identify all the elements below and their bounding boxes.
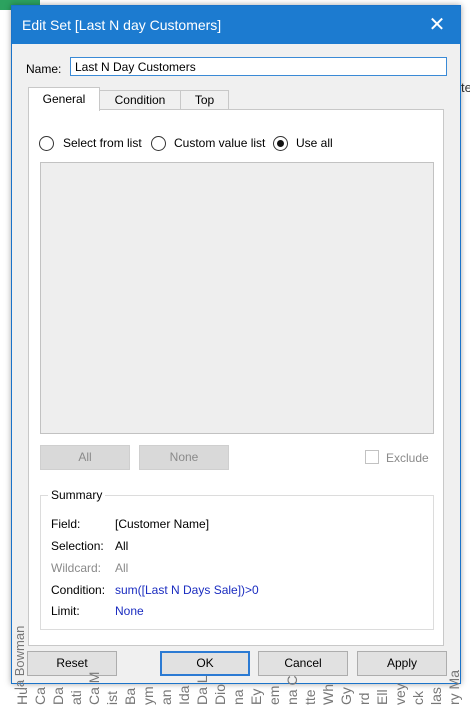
summary-condition-link[interactable]: sum([Last N Days Sale])>0	[115, 583, 259, 597]
summary-row-field: Field: [Customer Name]	[51, 517, 209, 531]
dialog-title: Edit Set [Last N day Customers]	[22, 17, 222, 33]
general-tab-panel: Select from list Custom value list Use a…	[28, 109, 444, 646]
background-left-label: la Bowman	[12, 625, 27, 690]
axis-label: Ca M	[86, 671, 102, 705]
name-label: Name:	[26, 62, 62, 76]
axis-label: Da L	[194, 675, 210, 705]
background-axis-labels: Ca Da ati Ca M ist Ba ym an Ida Da L Dio…	[0, 670, 470, 705]
axis-label: Wh	[320, 684, 336, 705]
background-fragment: te	[461, 80, 470, 95]
summary-key: Selection:	[51, 539, 104, 553]
dialog-titlebar[interactable]: Edit Set [Last N day Customers] ✕	[12, 6, 460, 44]
axis-label: Ell	[374, 689, 390, 705]
edit-set-dialog: Edit Set [Last N day Customers] ✕ Name: …	[11, 5, 461, 684]
exclude-label: Exclude	[386, 451, 429, 465]
axis-label: Ida	[176, 685, 192, 705]
summary-row-condition: Condition: sum([Last N Days Sale])>0	[51, 583, 259, 597]
axis-label: rd	[356, 692, 372, 705]
tab-top[interactable]: Top	[180, 90, 229, 110]
axis-label: ck	[410, 691, 426, 705]
axis-label: ati	[68, 690, 84, 705]
axis-label: tte	[302, 689, 318, 705]
summary-limit-link[interactable]: None	[115, 604, 144, 618]
axis-label: em	[266, 685, 282, 705]
axis-label: an	[158, 689, 174, 705]
summary-key: Field:	[51, 517, 81, 531]
use-all-label[interactable]: Use all	[296, 136, 333, 150]
summary-key: Limit:	[51, 604, 80, 618]
all-button: All	[40, 445, 130, 470]
summary-legend: Summary	[48, 488, 106, 502]
summary-row-selection: Selection: All	[51, 539, 128, 553]
tab-condition[interactable]: Condition	[99, 90, 181, 110]
summary-key: Wildcard:	[51, 561, 102, 575]
select-from-list-label[interactable]: Select from list	[63, 136, 142, 150]
exclude-checkbox	[365, 450, 379, 464]
axis-label: ym	[140, 686, 156, 705]
axis-label: ist	[104, 691, 120, 705]
axis-label: las	[428, 687, 444, 705]
summary-key: Condition:	[51, 583, 106, 597]
values-listbox	[40, 162, 434, 434]
summary-value: All	[115, 561, 129, 575]
use-all-radio[interactable]	[273, 136, 288, 151]
axis-label: Ba	[122, 687, 138, 705]
axis-label: Ey	[248, 688, 264, 705]
set-name-input[interactable]	[70, 57, 447, 76]
summary-group: Summary Field: [Customer Name] Selection:…	[40, 488, 434, 630]
summary-value: [Customer Name]	[115, 517, 210, 531]
axis-label: vey	[392, 683, 408, 705]
axis-label: Gy	[338, 687, 354, 705]
close-icon[interactable]: ✕	[414, 6, 460, 44]
custom-value-list-radio[interactable]	[151, 136, 166, 151]
summary-row-limit: Limit: None	[51, 604, 144, 618]
axis-label: na	[230, 689, 246, 705]
none-button: None	[139, 445, 229, 470]
custom-value-list-label[interactable]: Custom value list	[174, 136, 265, 150]
axis-label: Dio	[212, 683, 228, 705]
axis-label: Da	[50, 687, 66, 705]
axis-label: ry Ma	[446, 670, 462, 705]
axis-label: na C	[284, 675, 300, 705]
axis-label: Ca	[32, 687, 48, 705]
summary-value: All	[115, 539, 129, 553]
select-from-list-radio[interactable]	[39, 136, 54, 151]
summary-row-wildcard: Wildcard: All	[51, 561, 128, 575]
tab-general[interactable]: General	[28, 87, 100, 111]
